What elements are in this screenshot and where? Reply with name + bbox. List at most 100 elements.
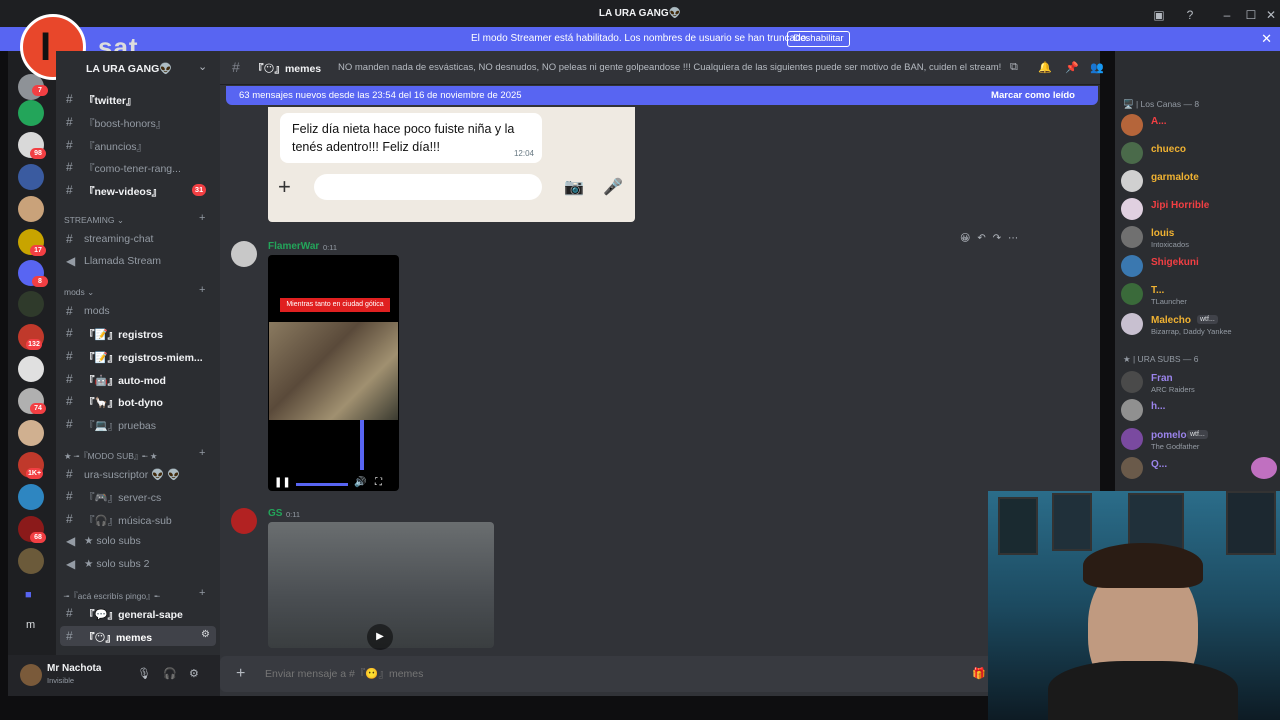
category-mods[interactable]: mods ⌄	[64, 287, 94, 298]
voice-channel-llamada[interactable]: ◀ Llamada Stream	[60, 251, 216, 271]
voice-channel-solo-subs-2[interactable]: ◀ ★ solo subs 2	[60, 554, 216, 574]
channel-new-videos[interactable]: # 『new-videos』 31	[60, 180, 216, 200]
server-icon[interactable]	[18, 484, 44, 510]
channel-ura-suscriptor[interactable]: # ura-suscriptor 👽 👽	[60, 464, 216, 484]
channel-streaming-chat[interactable]: # streaming-chat	[60, 229, 216, 249]
close-button[interactable]: ✕	[1262, 6, 1280, 24]
avatar	[1121, 255, 1143, 277]
video-player[interactable]: Mientras tanto en ciudad gótica ❚❚ 🔊 ⛶	[268, 255, 399, 491]
avatar	[1121, 226, 1143, 248]
voice-channel-solo-subs[interactable]: ◀ ★ solo subs	[60, 531, 216, 551]
message-input[interactable]	[265, 664, 965, 684]
member-item[interactable]: T... TLauncher	[1121, 282, 1276, 308]
chevron-down-icon[interactable]: ⌄	[198, 60, 207, 73]
member-item[interactable]: Fran ARC Raiders	[1121, 370, 1276, 396]
member-item[interactable]: h...	[1121, 398, 1276, 424]
add-channel-icon[interactable]: +	[199, 587, 205, 599]
maximize-button[interactable]: ☐	[1242, 6, 1260, 24]
server-icon[interactable]	[18, 420, 44, 446]
channel-bot-dyno[interactable]: # 『🦙』bot-dyno	[60, 391, 216, 411]
video-thumbnail[interactable]: ▶	[268, 522, 494, 650]
inbox-icon[interactable]: ▣	[1150, 6, 1168, 24]
folder-icon[interactable]: ■	[25, 589, 32, 601]
members-icon[interactable]: 👥	[1090, 61, 1104, 74]
server-icon[interactable]	[18, 100, 44, 126]
pin-icon[interactable]: 📌	[1065, 61, 1079, 74]
disable-streamer-button[interactable]: Deshabilitar	[787, 31, 850, 47]
video-frame	[269, 322, 398, 420]
channel-topic[interactable]: NO manden nada de esvásticas, NO desnudo…	[338, 62, 1001, 73]
server-initial-icon[interactable]: m	[26, 619, 35, 631]
bell-icon[interactable]: 🔔	[1038, 61, 1052, 74]
member-item[interactable]: Jipi Horrible	[1121, 197, 1276, 223]
server-list: 7 98 17 8 132 74 1K+ 68 ■ m	[8, 51, 56, 696]
hash-icon: #	[66, 138, 73, 152]
headphones-icon[interactable]: 🎧	[163, 667, 177, 680]
avatar	[1121, 371, 1143, 393]
attach-plus-icon[interactable]: +	[236, 665, 245, 683]
channel-registros[interactable]: # 『📝』registros	[60, 323, 216, 343]
channel-anuncios[interactable]: # 『anuncios』	[60, 135, 216, 155]
avatar[interactable]	[231, 241, 257, 267]
channel-musica-sub[interactable]: # 『🎧』música-sub	[60, 509, 216, 529]
channel-auto-mod[interactable]: # 『🤖』auto-mod	[60, 369, 216, 389]
mention-badge: 1K+	[26, 468, 44, 479]
channel-boost-honors[interactable]: # 『boost-honors』	[60, 112, 216, 132]
message-author[interactable]: GS	[268, 508, 282, 519]
channel-memes[interactable]: # 『😶』memes ⚙	[60, 626, 216, 646]
new-messages-bar[interactable]: 63 mensajes nuevos desde las 23:54 del 1…	[226, 86, 1098, 105]
avatar[interactable]	[231, 508, 257, 534]
help-icon[interactable]: ?	[1181, 6, 1199, 24]
avatar	[1121, 283, 1143, 305]
channel-pruebas[interactable]: # 『💻』pruebas	[60, 414, 216, 434]
whatsapp-input	[314, 174, 542, 200]
mark-read-button[interactable]: Marcar como leído	[991, 90, 1075, 101]
server-icon[interactable]	[18, 196, 44, 222]
member-item[interactable]: garmalote	[1121, 169, 1276, 195]
category-general[interactable]: ╼『acá escribís pingo』╾	[64, 590, 160, 602]
member-item[interactable]: Malecho wtf... Bizarrap, Daddy Yankee	[1121, 312, 1276, 338]
channel-general-sape[interactable]: # 『💬』general-sape	[60, 603, 216, 623]
progress-bar[interactable]	[296, 483, 348, 486]
threads-icon[interactable]: ⧉	[1010, 61, 1018, 74]
category-modo-sub[interactable]: ★ ╼『MODO SUB』╾ ★	[64, 450, 157, 462]
server-name[interactable]: LA URA GANG👽	[86, 62, 172, 75]
message-actions[interactable]: 😀↶↷⋯	[960, 233, 1025, 244]
channel-como-tener-rango[interactable]: # 『como-tener-rang...	[60, 157, 216, 177]
volume-slider[interactable]	[360, 420, 364, 470]
add-channel-icon[interactable]: +	[199, 212, 205, 224]
channel-sidebar: LA URA GANG👽 ⌄ # 『twitter』 # 『boost-honors…	[56, 51, 220, 696]
member-item[interactable]: A...	[1121, 113, 1276, 139]
gear-icon[interactable]: ⚙	[189, 667, 199, 680]
member-item[interactable]: chueco	[1121, 141, 1276, 167]
minimize-button[interactable]: –	[1218, 6, 1236, 24]
whatsapp-screenshot[interactable]: Feliz día nieta hace poco fuiste niña y …	[268, 107, 635, 222]
mention-badge: 17	[30, 245, 46, 256]
server-icon[interactable]	[18, 548, 44, 574]
member-item[interactable]: Shigekuni	[1121, 254, 1276, 280]
channel-registros-miembros[interactable]: # 『📝』registros-miem...	[60, 346, 216, 366]
fullscreen-icon[interactable]: ⛶	[375, 477, 382, 488]
message-author[interactable]: FlamerWar	[268, 241, 319, 252]
add-channel-icon[interactable]: +	[199, 284, 205, 296]
volume-icon[interactable]: 🔊	[354, 477, 366, 488]
play-icon[interactable]: ▶	[367, 624, 393, 650]
mention-badge: 7	[32, 85, 48, 96]
channel-server-cs[interactable]: # 『🎮』server-cs	[60, 486, 216, 506]
server-icon[interactable]	[18, 356, 44, 382]
channel-twitter[interactable]: # 『twitter』	[60, 89, 216, 109]
member-item[interactable]: pomelo wtf... The Godfather	[1121, 427, 1276, 453]
channel-mods[interactable]: # mods	[60, 301, 216, 321]
member-item[interactable]: louis Intoxicados	[1121, 225, 1276, 251]
microphone-icon[interactable]: 🎙	[137, 667, 151, 680]
hash-icon: #	[232, 59, 240, 75]
avatar[interactable]	[20, 664, 42, 686]
pause-icon[interactable]: ❚❚	[274, 477, 291, 488]
category-streaming[interactable]: STREAMING ⌄	[64, 215, 124, 226]
gift-icon[interactable]: 🎁	[972, 667, 986, 680]
settings-icon[interactable]: ⚙	[201, 629, 210, 640]
add-channel-icon[interactable]: +	[199, 447, 205, 459]
server-icon[interactable]	[18, 164, 44, 190]
server-icon[interactable]	[18, 291, 44, 317]
banner-close-icon[interactable]: ✕	[1261, 31, 1272, 47]
